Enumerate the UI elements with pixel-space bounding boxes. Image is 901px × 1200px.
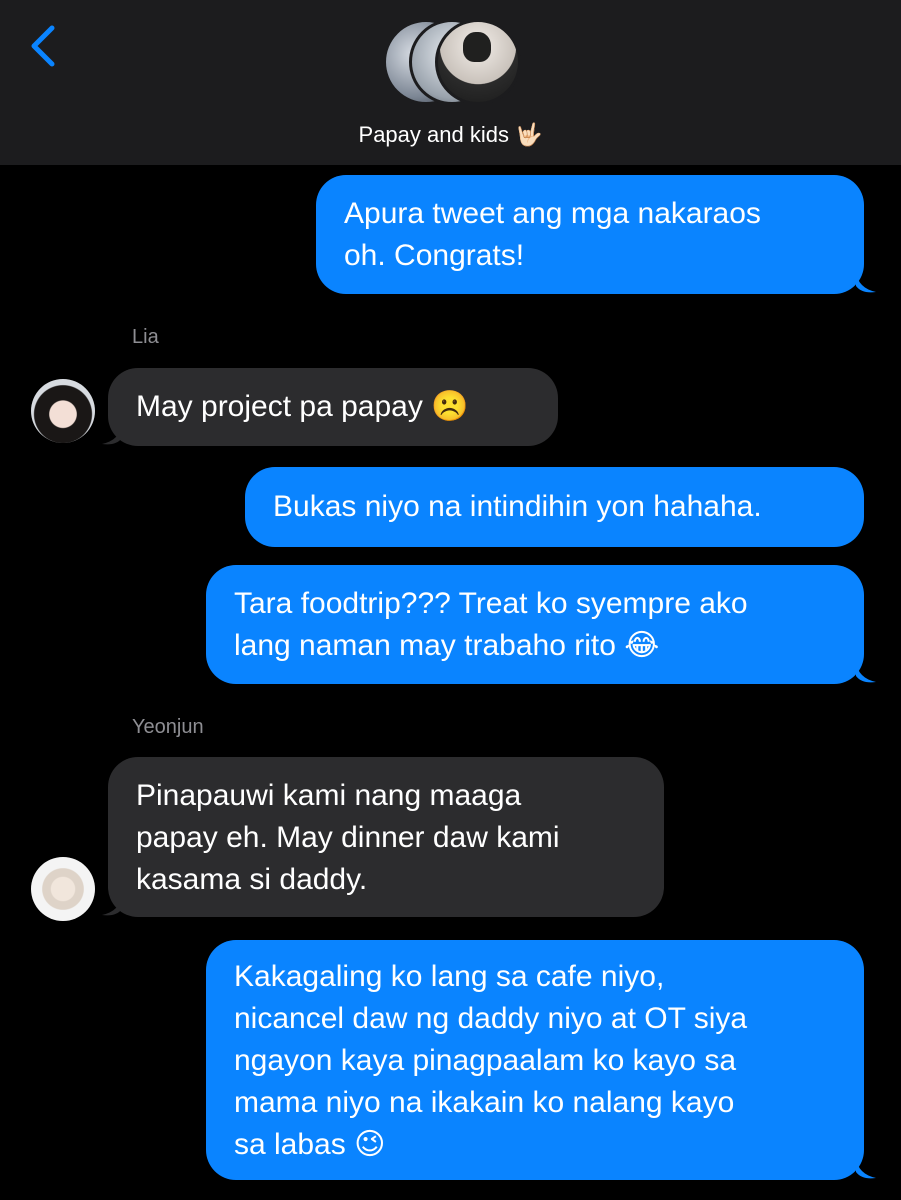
bubble-tail: [102, 424, 122, 445]
outgoing-message[interactable]: Tara foodtrip??? Treat ko syempre ako la…: [206, 565, 864, 684]
chevron-left-icon: [31, 25, 55, 67]
avatar[interactable]: [31, 857, 95, 921]
group-member-avatar: [435, 19, 521, 105]
outgoing-message[interactable]: Bukas niyo na intindihin yon hahaha.: [245, 467, 864, 547]
outgoing-message[interactable]: Kakagaling ko lang sa cafe niyo, nicance…: [206, 940, 864, 1180]
outgoing-message[interactable]: Apura tweet ang mga nakaraos oh. Congrat…: [316, 175, 864, 294]
back-button[interactable]: [22, 22, 66, 70]
sender-name: Lia: [132, 326, 159, 348]
message-text: Apura tweet ang mga nakaraos oh. Congrat…: [344, 197, 761, 272]
message-text: Pinapauwi kami nang maaga papay eh. May …: [136, 779, 560, 896]
incoming-message[interactable]: May project pa papay ☹️: [108, 368, 558, 446]
group-avatar[interactable]: [383, 17, 521, 105]
incoming-message[interactable]: Pinapauwi kami nang maaga papay eh. May …: [108, 757, 664, 917]
bubble-tail: [102, 895, 122, 916]
message-text: Kakagaling ko lang sa cafe niyo, nicance…: [234, 960, 748, 1161]
bubble-tail: [856, 1158, 876, 1179]
chat-header: Papay and kids 🤟🏻: [0, 0, 901, 165]
message-text: Tara foodtrip??? Treat ko syempre ako la…: [234, 587, 748, 662]
chat-title[interactable]: Papay and kids 🤟🏻: [0, 122, 901, 148]
avatar[interactable]: [31, 379, 95, 443]
message-text: Bukas niyo na intindihin yon hahaha.: [273, 490, 762, 523]
bubble-tail: [856, 662, 876, 683]
bubble-tail: [856, 272, 876, 293]
message-text: May project pa papay ☹️: [136, 390, 469, 423]
sender-name: Yeonjun: [132, 716, 204, 738]
